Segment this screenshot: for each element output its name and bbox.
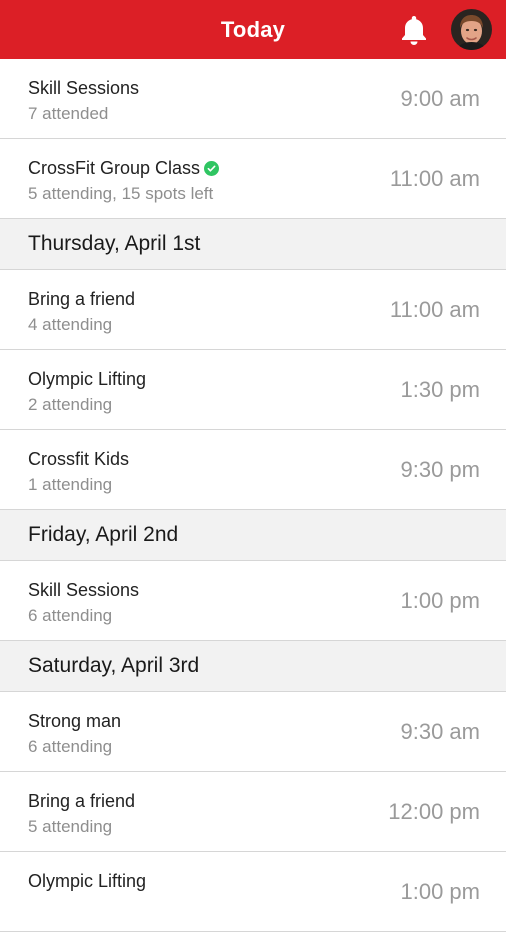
user-avatar[interactable] [451,9,492,50]
day-section-header: Thursday, April 1st [0,219,506,270]
class-title: Bring a friend [28,791,136,811]
schedule-list: Skill Sessions 7 attended 9:00 am CrossFit … [0,59,506,932]
attendance-text: 2 attending [28,395,113,414]
class-row[interactable]: Strong man 6 attending 9:30 am [0,692,506,772]
class-time: 1:00 pm [400,588,481,613]
bell-icon[interactable] [397,13,431,47]
check-circle-icon [204,161,220,176]
class-row[interactable]: Skill Sessions 7 attended 9:00 am [0,59,506,139]
day-label: Thursday, April 1st [28,232,201,255]
class-title: Skill Sessions [28,580,140,600]
class-title: Skill Sessions [28,78,140,98]
class-time: 9:00 am [400,86,481,111]
class-time: 9:30 am [400,719,481,744]
class-title: Bring a friend [28,289,136,309]
class-title-wrap: Bring a friend [28,289,135,310]
class-time: 11:00 am [389,297,480,322]
class-title-wrap: Olympic Lifting [28,369,146,390]
class-title: Crossfit Kids [28,449,130,469]
app-header: Today [0,0,506,59]
class-time: 1:00 pm [400,879,481,904]
class-title: Olympic Lifting [28,369,147,389]
class-title-wrap: Olympic Lifting [28,871,146,892]
attendance-text: 6 attending [28,737,113,756]
attendance-text: 4 attending [28,315,113,334]
class-time: 1:30 pm [400,377,481,402]
class-time: 12:00 pm [388,799,480,824]
day-label: Friday, April 2nd [28,523,179,546]
class-title-wrap: Skill Sessions [28,580,139,601]
attendance-text: 7 attended [28,104,109,123]
class-row[interactable]: Olympic Lifting 2 attending 1:30 pm [0,350,506,430]
class-row[interactable]: Bring a friend 5 attending 12:00 pm [0,772,506,852]
class-title-wrap: Skill Sessions [28,78,139,99]
class-title: CrossFit Group Class [28,158,201,178]
class-row[interactable]: Skill Sessions 6 attending 1:00 pm [0,561,506,641]
attendance-text: 6 attending [28,606,113,625]
class-time: 11:00 am [389,166,480,191]
class-row[interactable]: CrossFit Group Class 5 attending, 15 spot… [0,139,506,219]
class-title-wrap: Bring a friend [28,791,135,812]
day-label: Saturday, April 3rd [28,654,200,677]
attendance-text: 1 attending [28,475,113,494]
page-title: Today [220,16,286,42]
class-row[interactable]: Crossfit Kids 1 attending 9:30 pm [0,430,506,510]
class-title-wrap: CrossFit Group Class [28,158,220,179]
class-row[interactable]: Bring a friend 4 attending 11:00 am [0,270,506,350]
class-title: Olympic Lifting [28,871,147,891]
attendance-text: 5 attending, 15 spots left [28,184,214,203]
class-title-wrap: Crossfit Kids [28,449,129,470]
class-title-wrap: Strong man [28,711,121,732]
day-section-header: Friday, April 2nd [0,510,506,561]
class-title: Strong man [28,711,122,731]
class-row[interactable]: Olympic Lifting 1:00 pm [0,852,506,932]
class-time: 9:30 pm [400,457,481,482]
day-section-header: Saturday, April 3rd [0,641,506,692]
attendance-text: 5 attending [28,817,113,836]
